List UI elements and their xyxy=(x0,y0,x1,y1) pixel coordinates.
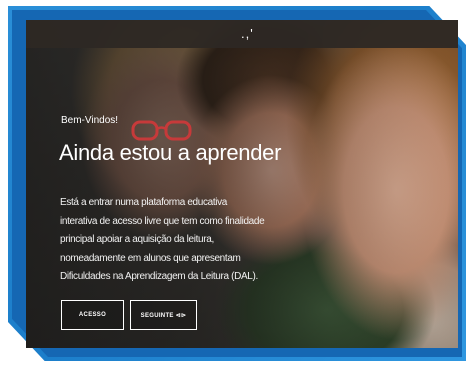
hero-description: Está a entrar numa plataforma educativa … xyxy=(60,197,265,282)
welcome-label: Bem-Vindos! xyxy=(61,115,119,126)
next-button[interactable]: SEGUINTE ⊲⊳ xyxy=(130,300,197,330)
website-screenshot: .,' Bem-Vindos! Ainda estou a aprender E… xyxy=(26,20,458,348)
access-button[interactable]: ACESSO xyxy=(61,300,124,330)
hero-background-photo xyxy=(26,20,458,348)
top-navigation-bar: .,' xyxy=(26,20,458,48)
hero-title: Ainda estou a aprender xyxy=(59,140,282,165)
nav-mark: .,' xyxy=(241,26,254,41)
